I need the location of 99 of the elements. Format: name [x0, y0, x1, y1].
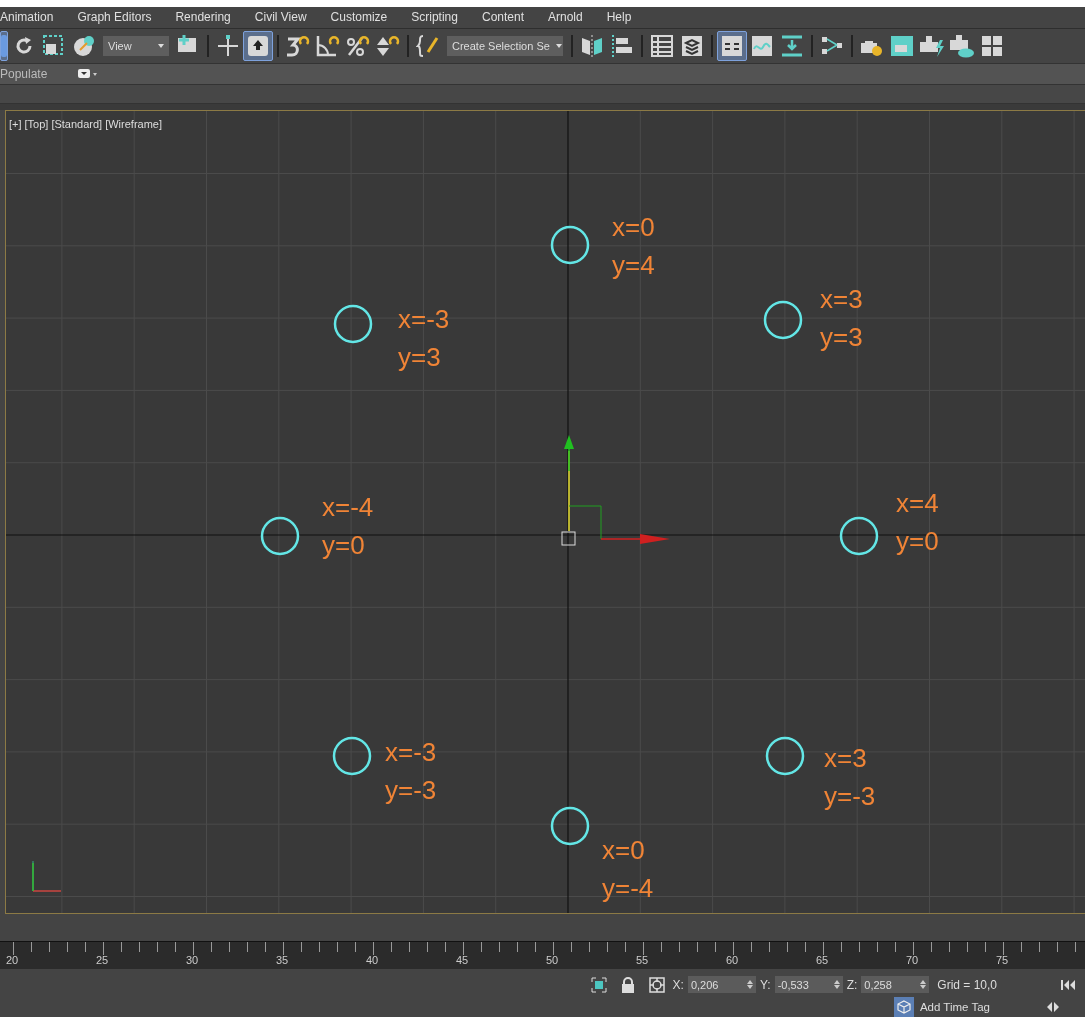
frame-number: 65 [816, 954, 829, 967]
menu-item[interactable]: Scripting [399, 10, 470, 25]
undefined [416, 33, 440, 58]
frame-number: 55 [636, 954, 649, 967]
axis-tripod-icon [32, 860, 62, 892]
viewport-menu-label[interactable]: [Top] [24, 117, 49, 130]
coordinate-label: x=-3 [398, 302, 450, 336]
circle-shape[interactable] [550, 806, 590, 846]
tab-label[interactable]: Populate [0, 66, 78, 81]
undefined [889, 33, 915, 58]
spinner-icon[interactable] [833, 980, 840, 990]
go-to-start-icon[interactable] [1061, 979, 1075, 990]
coordinate-field[interactable]: 0,258 [861, 976, 930, 994]
coordinate-field[interactable]: 0,206 [687, 976, 756, 994]
coordinate-label: x=-4 [322, 490, 374, 524]
frame-number: 20 [6, 954, 19, 967]
undefined [680, 33, 704, 58]
axis-label: Z: [846, 977, 858, 992]
coordinate-label: y=-4 [602, 871, 654, 905]
coordinate-label: y=4 [612, 248, 655, 282]
coordinate-field[interactable]: -0,533 [774, 976, 843, 994]
viewport-menu-label[interactable]: [Wireframe] [105, 117, 162, 130]
menu-item[interactable]: Content [469, 10, 536, 25]
dropdown[interactable]: View [103, 35, 169, 56]
caret-icon [158, 43, 164, 48]
spinner-icon[interactable] [746, 980, 753, 990]
menu-item[interactable]: Help [594, 10, 644, 25]
selection-frame-icon[interactable] [590, 976, 607, 993]
menu-item[interactable]: Graph Editors [65, 10, 164, 25]
circle-shape[interactable] [260, 516, 300, 556]
grid-size-text: Grid = 10,0 [937, 977, 997, 992]
circle-shape[interactable] [332, 736, 372, 776]
undefined [780, 33, 804, 58]
transform-gizmo[interactable] [561, 434, 670, 546]
frame-number: 45 [456, 954, 469, 967]
add-time-tag-button[interactable]: Add Time Tag [893, 996, 990, 1017]
coordinate-label: y=3 [820, 320, 863, 354]
circle-shape[interactable] [765, 736, 805, 776]
undefined [650, 33, 674, 58]
undefined [285, 33, 311, 58]
coordinate-label: x=-3 [385, 735, 437, 769]
undefined [610, 33, 634, 58]
undefined [345, 33, 371, 58]
cube-icon [893, 996, 914, 1017]
undefined [42, 33, 66, 58]
menu-item[interactable]: Customize [318, 10, 400, 25]
dropdown-button[interactable] [78, 68, 98, 79]
undefined [1, 34, 7, 57]
frame-number: 25 [96, 954, 109, 967]
frame-number: 50 [546, 954, 559, 967]
undefined [949, 33, 975, 58]
axis-label: X: [672, 977, 684, 992]
spinner-icon[interactable] [920, 980, 927, 990]
left-right-arrows-icon[interactable] [1046, 1001, 1060, 1012]
viewport-menu-label[interactable]: [Standard] [51, 117, 103, 130]
undefined [216, 33, 240, 58]
frame-number: 70 [906, 954, 919, 967]
frame-number: 40 [366, 954, 379, 967]
dropdown[interactable]: Create Selection Se [447, 35, 563, 56]
toolbar-button[interactable] [717, 30, 747, 61]
undefined [375, 33, 401, 58]
axis-label: Y: [759, 977, 771, 992]
coordinate-label: y=-3 [824, 779, 876, 813]
circle-shape[interactable] [839, 516, 879, 556]
frame-number: 75 [996, 954, 1009, 967]
viewport-menu-label[interactable]: [+] [9, 117, 22, 130]
circle-shape[interactable] [763, 300, 803, 340]
timeline-ruler[interactable]: 20 25 30 35 40 45 50 55 60 65 70 75 [0, 941, 1085, 969]
undefined [750, 33, 774, 58]
undefined [720, 33, 744, 58]
coordinate-label: y=-3 [385, 773, 437, 807]
undefined [315, 33, 341, 58]
menu-item[interactable]: Animation [0, 10, 66, 25]
coordinate-label: x=4 [896, 486, 939, 520]
frame-number: 30 [186, 954, 199, 967]
undefined [72, 33, 96, 58]
target-icon[interactable] [648, 976, 665, 993]
circle-shape[interactable] [550, 225, 590, 265]
undefined [980, 33, 1004, 58]
coordinate-label: x=0 [602, 833, 645, 867]
undefined [580, 33, 604, 58]
coordinate-label: y=0 [322, 528, 365, 562]
frame-number: 35 [276, 954, 289, 967]
coordinate-label: y=3 [398, 340, 441, 374]
coordinate-label: x=3 [820, 282, 863, 316]
lock-icon[interactable] [620, 976, 635, 993]
coordinate-label: y=0 [896, 524, 939, 558]
coordinate-label: x=3 [824, 741, 867, 775]
circle-shape[interactable] [333, 304, 373, 344]
frame-number: 60 [726, 954, 739, 967]
undefined [247, 34, 269, 57]
toolbar-button[interactable] [243, 30, 273, 61]
menu-item[interactable]: Civil View [242, 10, 319, 25]
viewport[interactable]: [+] [Top] [Standard] [Wireframe] x=0 y=4 x=-3 y=3 x=3 y=3 x=-4 y=0 x=4 y=0 x=-3 y=-3 x=3 y=-3 x=0 y=-4 [5, 109, 1085, 915]
undefined [919, 33, 945, 58]
menu-item[interactable]: Rendering [163, 10, 243, 25]
menu-item[interactable]: Arnold [536, 10, 595, 25]
coordinate-label: x=0 [612, 210, 655, 244]
caret-icon [555, 43, 562, 48]
